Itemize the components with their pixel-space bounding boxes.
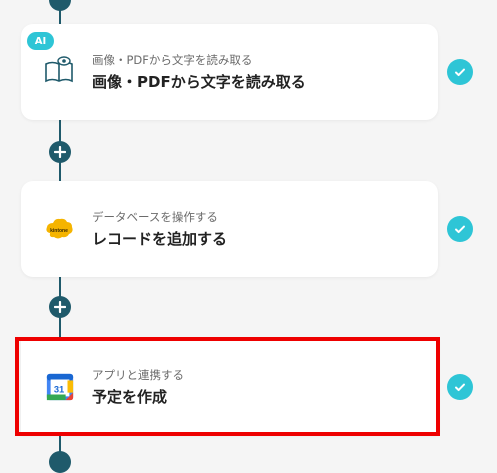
check-icon	[447, 374, 473, 400]
check-icon	[447, 59, 473, 85]
selection-highlight	[15, 337, 440, 436]
plus-icon	[54, 146, 66, 158]
svg-text:kintone: kintone	[50, 228, 68, 234]
kintone-icon: kintone	[46, 218, 73, 239]
step-card-ocr[interactable]: 画像・PDFから文字を読み取る 画像・PDFから文字を読み取る	[21, 24, 438, 120]
step-title: レコードを追加する	[92, 230, 228, 248]
plus-icon	[54, 301, 66, 313]
add-step-button[interactable]	[49, 296, 71, 318]
step-subtitle: 画像・PDFから文字を読み取る	[92, 53, 253, 67]
add-step-button[interactable]	[49, 451, 71, 473]
add-step-button[interactable]	[49, 0, 71, 11]
step-card-kintone[interactable]: kintone データベースを操作する レコードを追加する	[21, 181, 438, 277]
ai-badge: AI	[27, 32, 54, 50]
ocr-book-eye-icon	[45, 56, 73, 83]
add-step-button[interactable]	[49, 141, 71, 163]
check-icon	[447, 216, 473, 242]
step-title: 画像・PDFから文字を読み取る	[92, 73, 306, 91]
step-subtitle: データベースを操作する	[92, 210, 218, 224]
